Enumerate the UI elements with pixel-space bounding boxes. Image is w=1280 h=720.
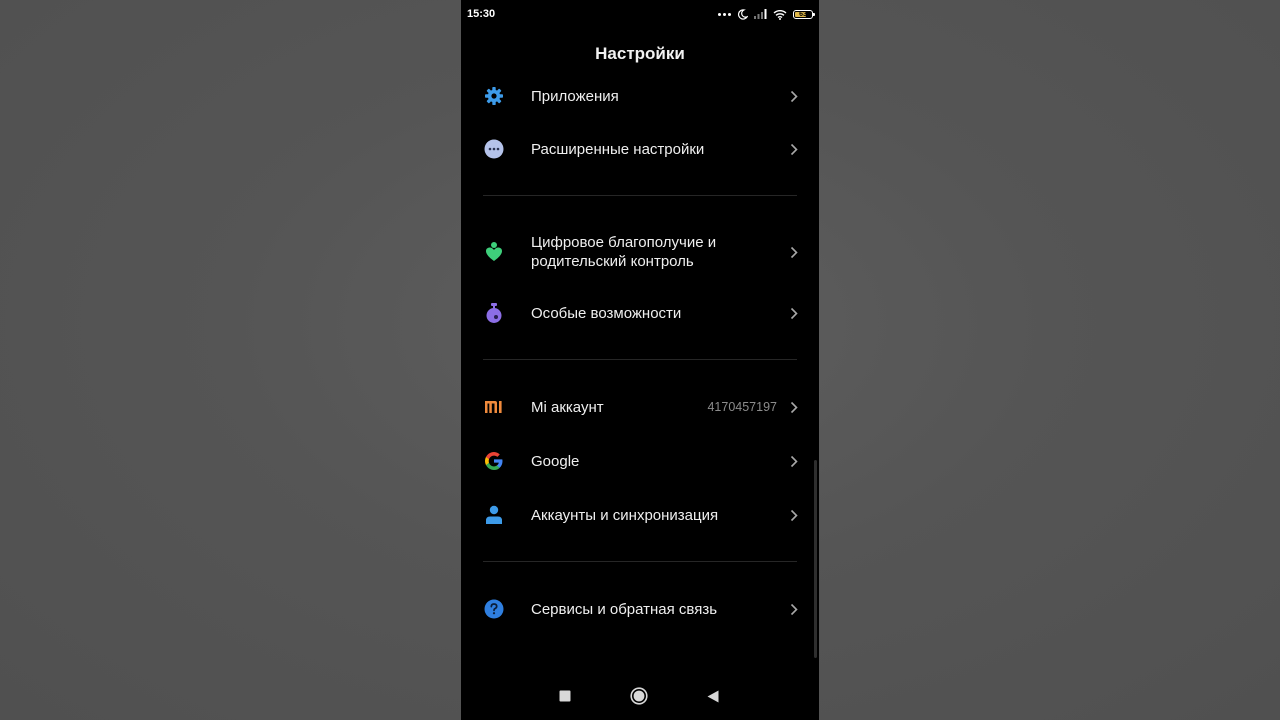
settings-item-digital-wellbeing[interactable]: Цифровое благополучие и родительский кон…: [461, 232, 819, 272]
settings-item-services-feedback[interactable]: Сервисы и обратная связь: [461, 597, 819, 621]
chevron-right-icon: [789, 508, 799, 522]
signal-icon: [754, 9, 767, 19]
account-id: 4170457197: [707, 400, 777, 414]
section-divider: [483, 359, 797, 360]
settings-item-advanced[interactable]: Расширенные настройки: [461, 137, 819, 161]
recents-square-icon[interactable]: [555, 686, 575, 706]
accessibility-icon: [483, 302, 505, 324]
chevron-right-icon: [789, 454, 799, 468]
settings-item-label: Особые возможности: [531, 304, 682, 322]
status-time: 15:30: [467, 8, 496, 20]
gear-icon: [483, 85, 505, 107]
settings-item-label: Приложения: [531, 87, 619, 105]
battery-icon: 63: [793, 9, 815, 19]
more-notifications-icon: [718, 12, 731, 16]
google-g-icon: [483, 450, 505, 472]
settings-item-label: Аккаунты и синхронизация: [531, 506, 719, 524]
page-title: Настройки: [595, 44, 685, 63]
chevron-right-icon: [789, 245, 799, 259]
settings-item-google[interactable]: Google: [461, 449, 819, 473]
settings-item-label: Mi аккаунт: [531, 398, 604, 416]
status-icons: 63: [718, 8, 815, 20]
settings-item-apps[interactable]: Приложения: [461, 84, 819, 108]
settings-item-label: Сервисы и обратная связь: [531, 600, 718, 618]
navigation-bar: [461, 672, 819, 720]
chevron-right-icon: [789, 89, 799, 103]
back-triangle-icon[interactable]: [703, 686, 723, 706]
more-dots-icon: [483, 138, 505, 160]
chevron-right-icon: [789, 142, 799, 156]
mi-logo-icon: [483, 396, 505, 418]
section-divider: [483, 195, 797, 196]
settings-item-accounts-sync[interactable]: Аккаунты и синхронизация: [461, 503, 819, 527]
phone-screen: 15:30 63 Настройки Приложения Расширенны…: [461, 0, 819, 720]
settings-item-label: Цифровое благополучие и родительский кон…: [531, 234, 717, 270]
person-icon: [483, 504, 505, 526]
moon-icon: [737, 8, 748, 20]
scrollbar[interactable]: [814, 460, 817, 658]
settings-item-label: Google: [531, 452, 580, 470]
section-divider: [483, 561, 797, 562]
status-bar: 15:30 63: [461, 0, 819, 28]
wellbeing-heart-icon: [483, 241, 505, 263]
chevron-right-icon: [789, 306, 799, 320]
home-circle-icon[interactable]: [629, 686, 649, 706]
settings-item-mi-account[interactable]: Mi аккаунт 4170457197: [461, 395, 819, 419]
wifi-icon: [773, 9, 787, 20]
chevron-right-icon: [789, 602, 799, 616]
settings-item-accessibility[interactable]: Особые возможности: [461, 301, 819, 325]
settings-item-label: Расширенные настройки: [531, 140, 705, 158]
chevron-right-icon: [789, 400, 799, 414]
help-question-icon: [483, 598, 505, 620]
battery-level: 63: [799, 10, 807, 18]
